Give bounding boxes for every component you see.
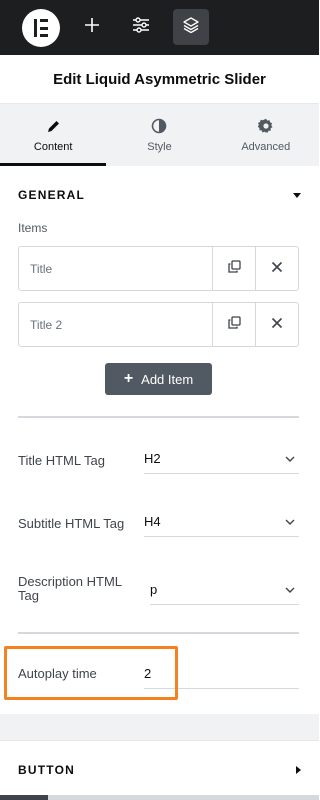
autoplay-time-value: 2 [144, 666, 152, 681]
tab-advanced[interactable]: Advanced [213, 104, 319, 166]
divider [18, 632, 299, 634]
tab-content[interactable]: Content [0, 104, 107, 166]
tab-style[interactable]: Style [106, 104, 212, 166]
panel-tabs: Content Style Advanced [0, 104, 319, 166]
duplicate-item-button[interactable] [212, 303, 255, 346]
tab-style-label: Style [147, 141, 172, 153]
plus-icon: + [123, 370, 134, 387]
title-tag-select[interactable]: H2 [144, 444, 299, 474]
sliders-icon [132, 16, 150, 38]
tab-content-label: Content [33, 141, 73, 153]
general-section-title: GENERAL [18, 188, 86, 202]
button-section-title: BUTTON [18, 763, 75, 777]
button-section-head: BUTTON [18, 761, 301, 779]
repeater-item-title[interactable]: Title 2 [19, 303, 212, 346]
autoplay-time-input[interactable]: 2 [144, 659, 299, 689]
copy-icon [227, 315, 241, 334]
editor-topbar [0, 0, 319, 55]
add-item-label: Add Item [141, 371, 194, 387]
title-tag-value: H2 [144, 451, 161, 466]
items-label: Items [18, 221, 48, 235]
duplicate-item-button[interactable] [212, 247, 255, 290]
subtitle-tag-select[interactable]: H4 [144, 507, 299, 537]
layers-icon [182, 16, 200, 39]
subtitle-tag-control: Subtitle HTML Tag H4 [18, 507, 299, 547]
subtitle-tag-label: Subtitle HTML Tag [18, 516, 125, 531]
repeater-item[interactable]: Title 2 [18, 302, 299, 347]
button-section-header[interactable]: BUTTON [0, 740, 319, 795]
elementor-logo-icon[interactable] [22, 9, 60, 47]
add-element-button[interactable] [74, 9, 110, 45]
chevron-down-icon [285, 519, 299, 525]
divider [18, 416, 299, 418]
caret-right-icon [296, 766, 301, 774]
autoplay-time-control: Autoplay time 2 [18, 659, 299, 694]
repeater-item-title[interactable]: Title [19, 247, 212, 290]
general-section: GENERAL Items Title Title 2 + Add Item T… [0, 166, 319, 714]
general-section-header[interactable]: GENERAL [18, 186, 301, 204]
repeater-item[interactable]: Title [18, 246, 299, 291]
subtitle-tag-value: H4 [144, 514, 161, 529]
description-tag-control: Description HTML Tag p [18, 572, 299, 616]
title-tag-label: Title HTML Tag [18, 453, 105, 468]
panel-scrollbar[interactable] [0, 795, 319, 800]
section-separator [0, 714, 319, 740]
scrollbar-thumb[interactable] [0, 795, 48, 800]
close-icon [271, 260, 283, 278]
add-item-button[interactable]: + Add Item [105, 363, 212, 395]
description-tag-label: Description HTML Tag [18, 574, 122, 603]
remove-item-button[interactable] [255, 247, 298, 290]
half-circle-icon [151, 117, 167, 135]
remove-item-button[interactable] [255, 303, 298, 346]
panel-title: Edit Liquid Asymmetric Slider [0, 55, 319, 104]
copy-icon [227, 259, 241, 278]
plus-icon [84, 17, 100, 38]
description-tag-value: p [150, 582, 158, 597]
title-tag-control: Title HTML Tag H2 [18, 444, 299, 484]
chevron-down-icon [285, 456, 299, 462]
structure-button[interactable] [173, 9, 209, 45]
tab-advanced-label: Advanced [241, 141, 291, 153]
pencil-icon [46, 117, 61, 135]
site-settings-button[interactable] [123, 9, 159, 45]
gear-icon [257, 117, 274, 135]
autoplay-time-label: Autoplay time [18, 666, 97, 681]
caret-down-icon [293, 192, 301, 198]
description-tag-select[interactable]: p [150, 575, 299, 605]
close-icon [271, 316, 283, 334]
chevron-down-icon [285, 587, 299, 593]
